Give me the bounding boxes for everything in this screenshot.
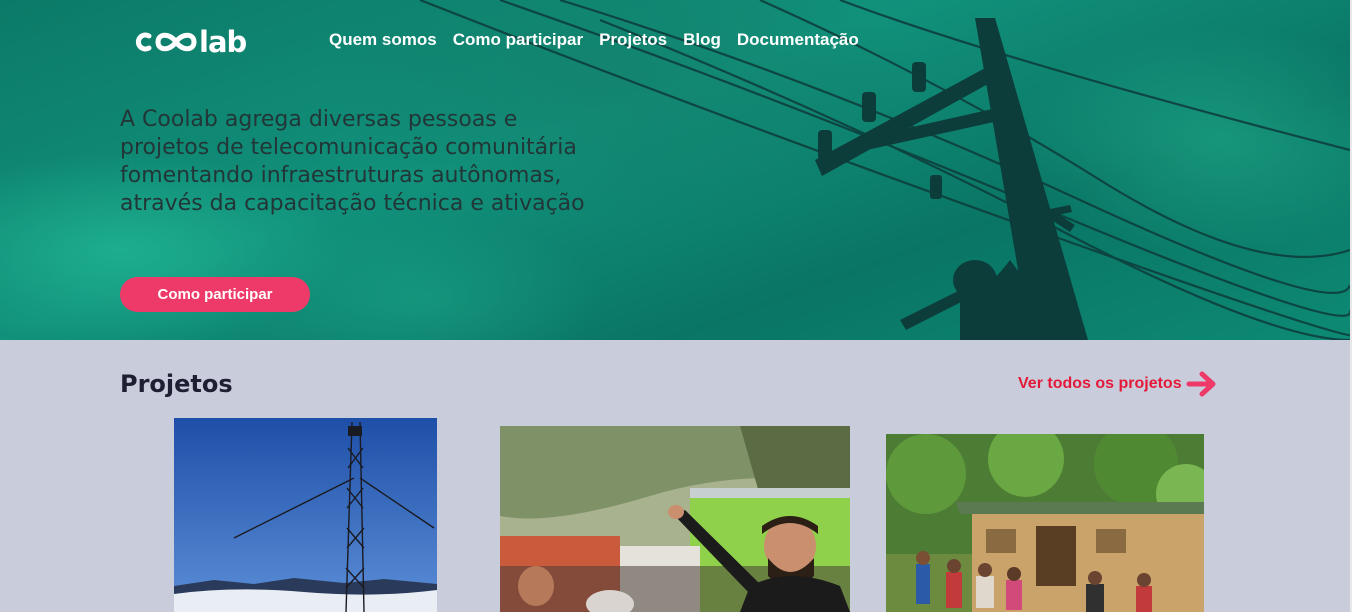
logo-mark-icon [135, 32, 197, 52]
hero-tagline: A Coolab agrega diversas pessoas e proje… [120, 106, 680, 218]
arrow-right-icon [1186, 371, 1216, 397]
coolab-logo[interactable]: lab [134, 25, 247, 59]
como-participar-button[interactable]: Como participar [120, 277, 310, 312]
project-card-community-meeting[interactable] [500, 426, 850, 612]
main-nav: Quem somos Como participar Projetos Blog… [329, 29, 859, 51]
hero-banner: lab Quem somos Como participar Projetos … [0, 0, 1350, 340]
tagline-line: através da capacitação técnica e ativaçã… [120, 191, 585, 216]
nav-como-participar[interactable]: Como participar [453, 29, 583, 51]
antenna-tower-photo [174, 418, 437, 612]
tagline-line: A Coolab agrega diversas pessoas e [120, 107, 518, 132]
project-card-antenna-tower[interactable] [174, 418, 437, 612]
nav-quem-somos[interactable]: Quem somos [329, 29, 437, 51]
wooden-house-photo [886, 434, 1204, 612]
nav-documentacao[interactable]: Documentação [737, 29, 859, 51]
tagline-line: projetos de telecomunicação comunitária [120, 135, 577, 160]
see-all-projects-label: Ver todos os projetos [1018, 375, 1182, 392]
community-meeting-photo [500, 426, 850, 612]
nav-blog[interactable]: Blog [683, 29, 721, 51]
logo-text: lab [199, 25, 247, 59]
nav-projetos[interactable]: Projetos [599, 29, 667, 51]
tagline-line: fomentando infraestruturas autônomas, [120, 163, 562, 188]
projects-section-title: Projetos [120, 370, 233, 398]
see-all-projects-link[interactable]: Ver todos os projetos [1018, 369, 1218, 399]
project-card-wooden-house[interactable] [886, 434, 1204, 612]
